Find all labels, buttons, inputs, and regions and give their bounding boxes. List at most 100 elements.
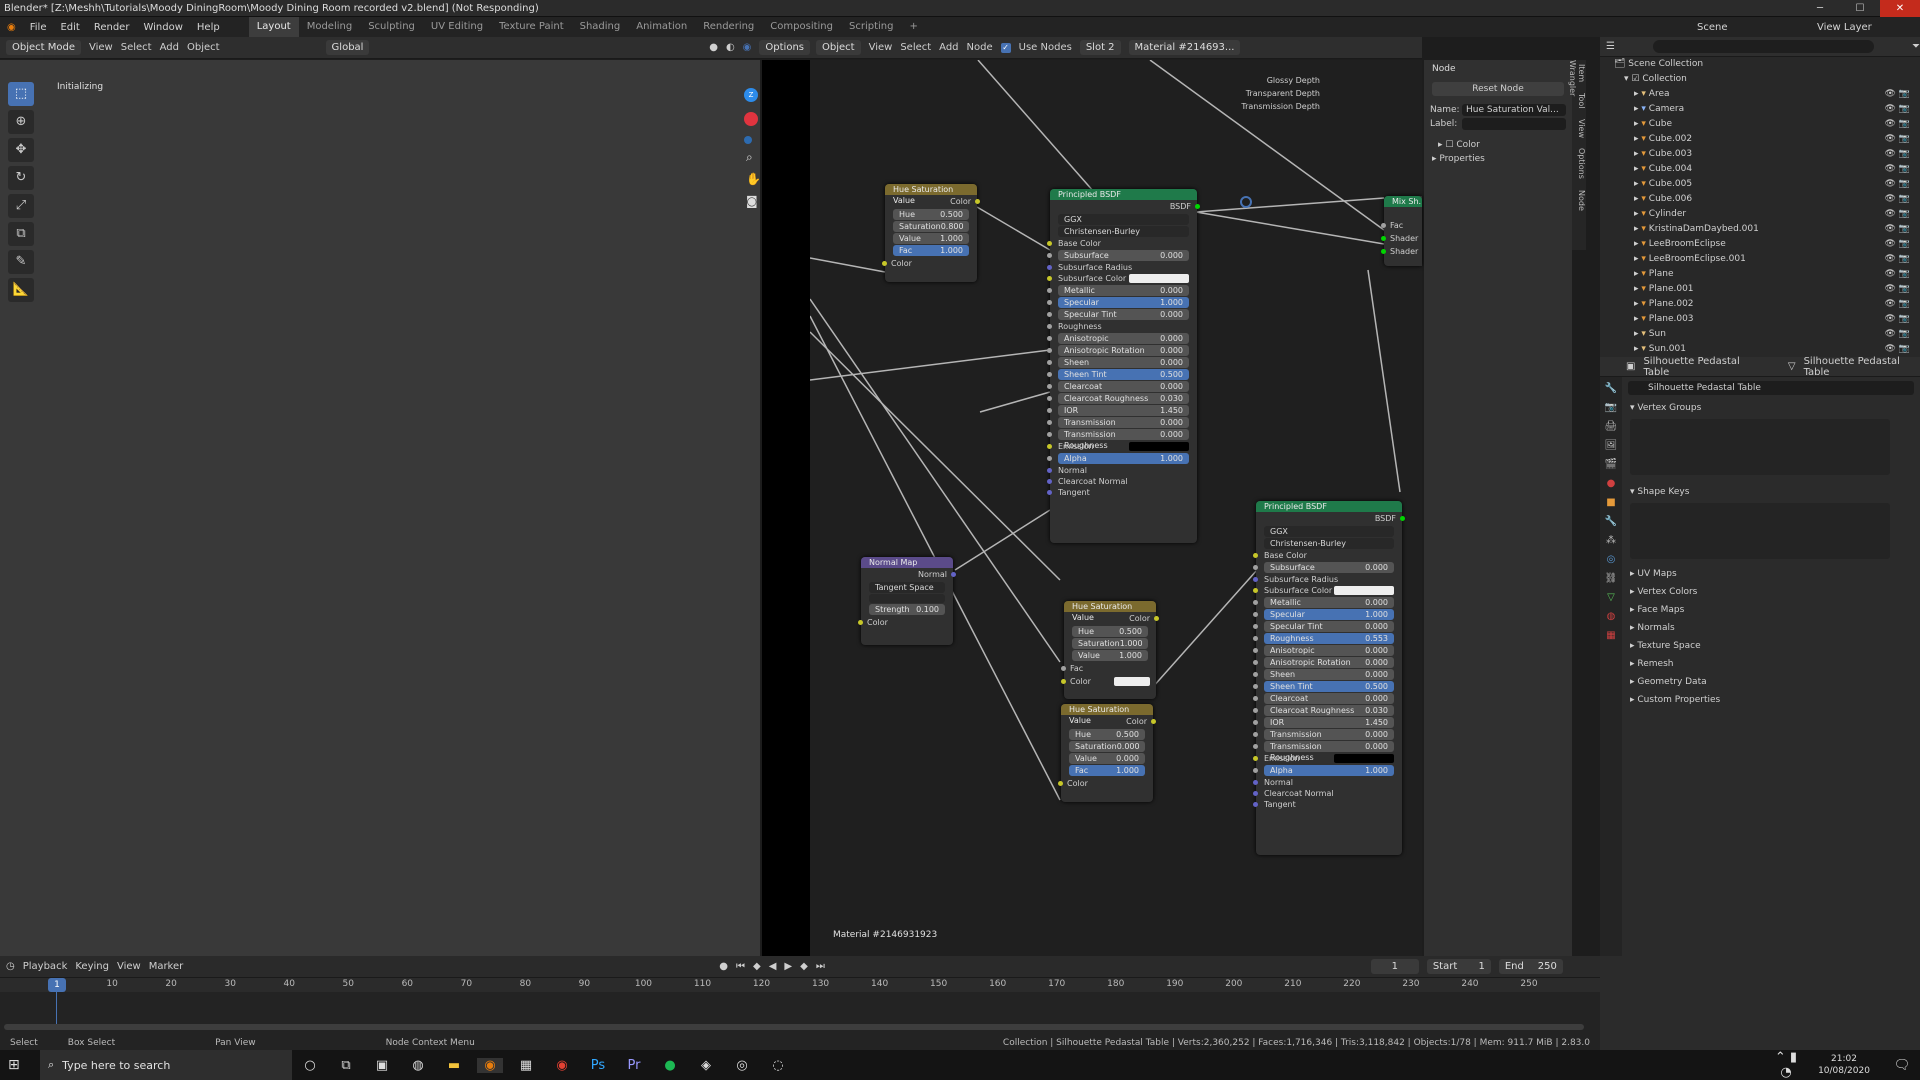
record-icon[interactable]: ● [719,961,728,972]
node_bsdf2-input-base-color[interactable]: Base Color [1253,550,1402,561]
outliner-item-cube-003[interactable]: ▸ ▾ Cube.003 👁 📷 [1600,147,1920,162]
outliner-item-sun[interactable]: ▸ ▾ Sun 👁 📷 [1600,327,1920,342]
node_bsdf2-input-ior[interactable]: IOR 1.450 [1253,717,1394,728]
node_bsdf2-input-clearcoat[interactable]: Clearcoat 0.000 [1253,693,1394,704]
hsv1-in-color-socket[interactable] [882,261,887,266]
viewport-menu-view[interactable]: View [89,42,113,53]
next-keyframe-icon[interactable]: ◆ [800,961,808,972]
node_bsdf1-input-transmission[interactable]: Transmission 0.000 [1047,417,1189,428]
close-icon[interactable]: ✕ [1880,0,1920,17]
outliner-item-camera[interactable]: ▸ ▾ Camera 👁 📷 [1600,102,1920,117]
mesh-name-field[interactable]: Silhouette Pedastal Table [1628,381,1914,395]
use-nodes-checkbox[interactable]: ✓ [1000,42,1011,53]
photoshop-icon[interactable]: Ps [585,1058,611,1073]
app-icon-2[interactable]: ◍ [405,1058,431,1073]
data-tab-icon[interactable]: ▽ [1607,592,1615,603]
node_bsdf1-input-specular[interactable]: Specular 1.000 [1047,297,1189,308]
blender-taskbar-icon[interactable]: ◉ [477,1057,503,1073]
outliner-item-area[interactable]: ▸ ▾ Area 👁 📷 [1600,87,1920,102]
node-tree-type-dropdown[interactable]: Object [816,40,861,55]
normal-map-node[interactable]: Normal Map Normal Tangent Space Strength… [858,557,956,645]
outliner-item-plane-001[interactable]: ▸ ▾ Plane.001 👁 📷 [1600,282,1920,297]
section-custom-properties[interactable]: ▸ Custom Properties [1622,691,1920,709]
mix-shader-node[interactable]: Mix Sh... Fac Shader Shader [1381,196,1422,266]
menu-edit[interactable]: Edit [53,22,86,33]
object-mode-dropdown[interactable]: Object Mode [6,40,81,55]
tab-animation[interactable]: Animation [628,17,695,37]
tab-scripting[interactable]: Scripting [841,17,901,37]
principled-bsdf-node-2[interactable]: Principled BSDF BSDF GGX Christensen-Bur… [1253,501,1405,855]
camera-view-icon[interactable]: ◙ [746,194,758,208]
tab-compositing[interactable]: Compositing [762,17,841,37]
annotate-tool-icon[interactable]: ✎ [8,250,34,274]
node_bsdf2-input-subsurface[interactable]: Subsurface 0.000 [1253,562,1394,573]
start-frame-field[interactable]: Start 1 [1426,959,1491,974]
scene-tab-icon[interactable]: 🎬 [1605,459,1617,470]
add-workspace-button[interactable]: + [901,17,925,37]
node_bsdf1-input-specular-tint[interactable]: Specular Tint 0.000 [1047,309,1189,320]
system-tray-icons[interactable]: ⌃ ▮ ◔ [1773,1050,1799,1080]
tab-layout[interactable]: Layout [248,17,299,37]
hsv3-color-socket[interactable] [1058,781,1063,786]
node_bsdf2-input-clearcoat-roughness[interactable]: Clearcoat Roughness 0.030 [1253,705,1394,716]
node_bsdf1-input-sheen-tint[interactable]: Sheen Tint 0.500 [1047,369,1189,380]
jump-start-icon[interactable]: ⏮ [736,961,745,972]
hsv-node-1[interactable]: Hue Saturation Value Color Hue 0.500 Satu… [882,184,980,282]
tab-rendering[interactable]: Rendering [695,17,762,37]
node_bsdf2-input-roughness[interactable]: Roughness 0.553 [1253,633,1394,644]
task-view-icon[interactable]: ⧉ [333,1058,359,1073]
shading-solid-icon[interactable]: ● [709,42,718,53]
hsv2-color-socket[interactable] [1061,679,1066,684]
transform-orientation-dropdown[interactable]: Global [325,40,370,55]
scene-collection-row[interactable]: 🗂 Scene Collection [1600,57,1920,72]
node_bsdf1-input-normal[interactable]: Normal [1047,465,1197,476]
premiere-icon[interactable]: Pr [621,1058,647,1073]
hsv3-hue-field[interactable]: Hue 0.500 [1069,729,1145,740]
outliner-item-cube-006[interactable]: ▸ ▾ Cube.006 👁 📷 [1600,192,1920,207]
hsv1-value-field[interactable]: Value 1.000 [893,233,969,244]
hsv2-hue-field[interactable]: Hue 0.500 [1072,626,1148,637]
current-frame-field[interactable]: 1 [1370,959,1419,974]
scale-tool-icon[interactable]: ⤢ [8,194,34,218]
timeline-editor-icon[interactable]: ◷ [6,961,15,972]
section-vertex-groups[interactable]: ▾ Vertex Groups [1622,399,1920,417]
timeline-scrollbar[interactable] [4,1024,1584,1030]
node-menu-add[interactable]: Add [939,42,958,53]
bsdf2-subsurface-method-dropdown[interactable]: Christensen-Burley [1264,538,1394,549]
sidebar-tab-options[interactable]: Options [1577,144,1586,183]
normal-map-out-socket[interactable] [951,572,956,577]
hsv2-color-swatch[interactable] [1114,677,1150,686]
normal-map-strength-field[interactable]: Strength 0.100 [869,604,945,615]
hsv-node-2[interactable]: Hue Saturation Value Color Hue 0.500 Satu… [1061,601,1159,699]
section-texture-space[interactable]: ▸ Texture Space [1622,637,1920,655]
texture-tab-icon[interactable]: ▦ [1606,630,1615,641]
timeline-menu-view[interactable]: View [117,961,141,972]
node_bsdf1-input-anisotropic-rotation[interactable]: Anisotropic Rotation 0.000 [1047,345,1189,356]
sidebar-tab-view[interactable]: View [1577,115,1586,142]
hsv1-out-socket[interactable] [975,199,980,204]
outliner-item-leebroomeclipse-001[interactable]: ▸ ▾ LeeBroomEclipse.001 👁 📷 [1600,252,1920,267]
hsv3-fac-field[interactable]: Fac 1.000 [1069,765,1145,776]
outliner-item-plane-003[interactable]: ▸ ▾ Plane.003 👁 📷 [1600,312,1920,327]
tool-tab-icon[interactable]: 🔧 [1605,383,1617,394]
hsv2-saturation-field[interactable]: Saturation 1.000 [1072,638,1148,649]
app-icon-3[interactable]: ◈ [693,1058,719,1073]
vertex-groups-list[interactable] [1630,419,1890,475]
outliner-item-cube-005[interactable]: ▸ ▾ Cube.005 👁 📷 [1600,177,1920,192]
node_bsdf2-input-sheen-tint[interactable]: Sheen Tint 0.500 [1253,681,1394,692]
node_bsdf2-input-transmission[interactable]: Transmission 0.000 [1253,729,1394,740]
node_bsdf2-input-normal[interactable]: Normal [1253,777,1402,788]
particles-tab-icon[interactable]: ⁂ [1606,535,1616,546]
viewport-menu-object[interactable]: Object [187,42,220,53]
node_bsdf2-input-sheen[interactable]: Sheen 0.000 [1253,669,1394,680]
collection-row[interactable]: ▾ ☑ Collection [1600,72,1920,87]
viewport-menu-select[interactable]: Select [121,42,152,53]
section-face-maps[interactable]: ▸ Face Maps [1622,601,1920,619]
filter-icon[interactable]: ⏷ [1912,41,1920,52]
mix-shader2-socket[interactable] [1381,249,1386,254]
modifier-tab-icon[interactable]: 🔧 [1605,516,1617,527]
properties-section[interactable]: ▸ Properties [1432,154,1564,164]
hsv-node-3[interactable]: Hue Saturation Value Color Hue 0.500 Satu… [1058,704,1156,802]
view-layer-selector[interactable]: View Layer [1810,22,1920,33]
section-geometry-data[interactable]: ▸ Geometry Data [1622,673,1920,691]
